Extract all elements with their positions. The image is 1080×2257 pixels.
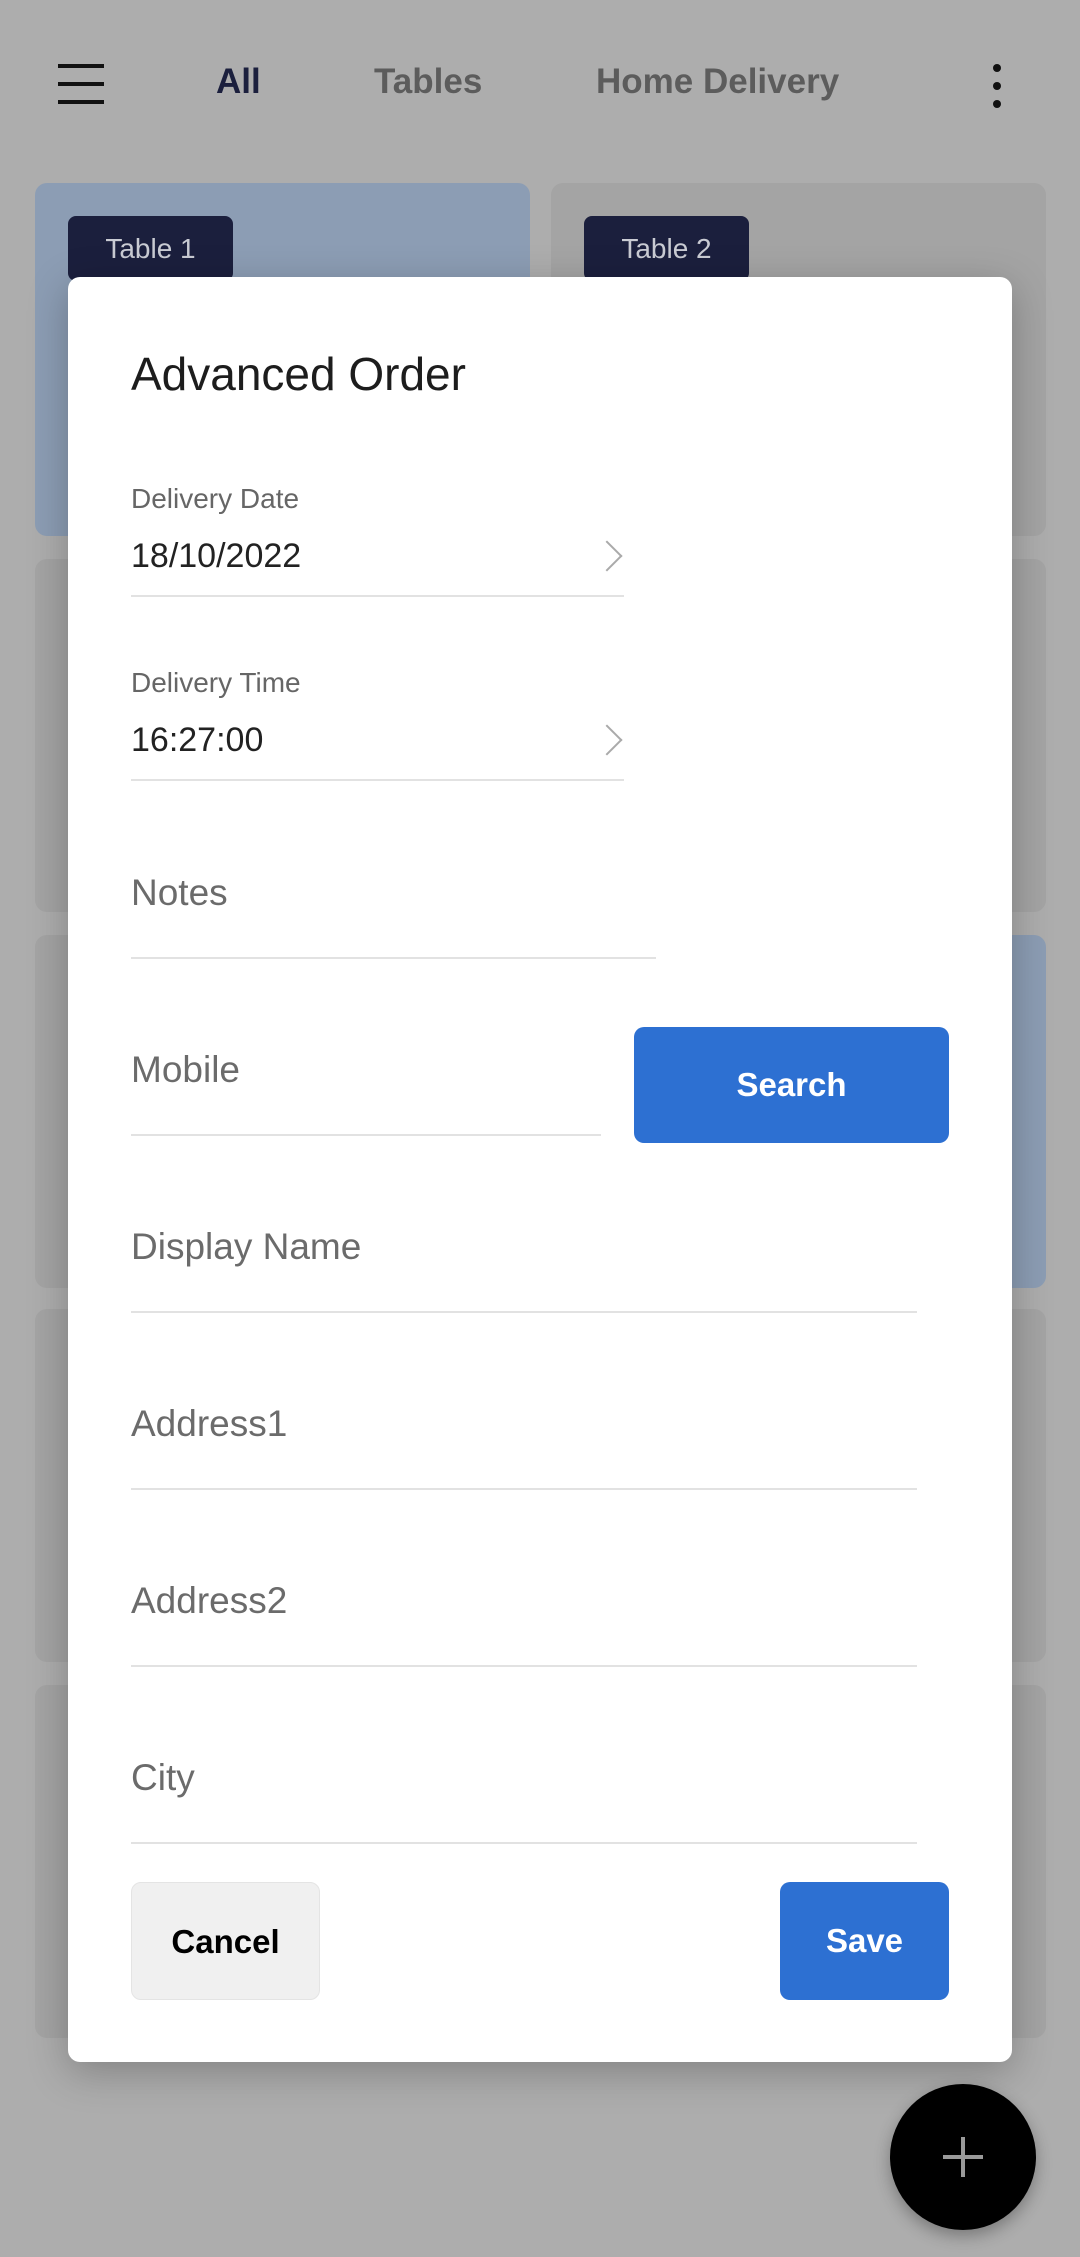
- notes-input[interactable]: Notes: [131, 872, 228, 914]
- tab-all[interactable]: All: [216, 62, 261, 102]
- city-input[interactable]: City: [131, 1757, 195, 1799]
- delivery-date-value: 18/10/2022: [131, 537, 302, 575]
- chevron-right-icon: [591, 724, 623, 756]
- table-badge: Table 1: [68, 216, 233, 281]
- add-fab-button[interactable]: [890, 2084, 1036, 2230]
- search-button[interactable]: Search: [634, 1027, 949, 1143]
- save-button[interactable]: Save: [780, 1882, 949, 2000]
- delivery-date-label: Delivery Date: [131, 483, 300, 514]
- address2-input[interactable]: Address2: [131, 1580, 287, 1622]
- display-name-input[interactable]: Display Name: [131, 1226, 361, 1268]
- delivery-time-label: Delivery Time: [131, 667, 301, 698]
- cancel-button[interactable]: Cancel: [131, 1882, 320, 2000]
- tab-home-delivery[interactable]: Home Delivery: [596, 62, 839, 102]
- tab-tables[interactable]: Tables: [374, 62, 482, 102]
- advanced-order-dialog: Advanced Order Delivery Date 18/10/2022 …: [68, 277, 1012, 2062]
- table-badge: Table 2: [584, 216, 749, 281]
- more-options-button[interactable]: [993, 64, 1005, 108]
- mobile-input[interactable]: Mobile: [131, 1049, 240, 1091]
- address1-input[interactable]: Address1: [131, 1403, 287, 1445]
- dialog-title: Advanced Order: [131, 348, 466, 400]
- delivery-time-value: 16:27:00: [131, 721, 264, 759]
- chevron-right-icon: [591, 540, 623, 572]
- menu-button[interactable]: [58, 64, 104, 104]
